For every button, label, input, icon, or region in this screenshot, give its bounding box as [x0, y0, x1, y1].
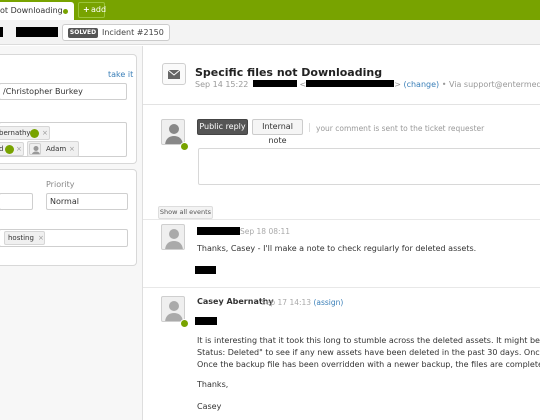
assignment-card: take it /Christopher Burkey bernathy × d…: [0, 54, 137, 164]
redacted-requester-name: [252, 80, 297, 87]
show-all-events-button[interactable]: Show all events: [158, 206, 213, 219]
ticket-tab[interactable]: ot Downloading: [0, 2, 74, 20]
divider: [143, 287, 540, 288]
remove-icon[interactable]: ×: [16, 143, 22, 155]
take-it-link[interactable]: take it: [108, 70, 133, 79]
priority-label: Priority: [46, 180, 75, 189]
redacted-greeting: [195, 317, 217, 325]
avatar: [29, 143, 41, 155]
cc-chip[interactable]: Adam ×: [27, 141, 79, 157]
divider: [143, 104, 540, 105]
ticket-subject[interactable]: Specific files not Downloading: [195, 66, 382, 79]
assignee-field[interactable]: /Christopher Burkey: [0, 83, 127, 100]
commenter-avatar: [161, 296, 185, 322]
internal-note-button[interactable]: Internal note: [252, 119, 303, 145]
comment-body-line: Thanks, Casey - I'll make a note to chec…: [197, 244, 477, 253]
person-icon: [31, 146, 40, 154]
tag-chip[interactable]: hosting ×: [4, 231, 45, 245]
remove-icon[interactable]: ×: [42, 127, 48, 139]
user-icon: [5, 145, 14, 154]
conversation-pane: Specific files not Downloading Sep 14 15…: [143, 46, 540, 420]
ticket-breadcrumb[interactable]: SOLVED Incident #2150: [62, 24, 170, 41]
comment-textarea[interactable]: [198, 148, 540, 185]
cc-chip-label: d: [0, 145, 4, 153]
cc-chip-label: bernathy: [0, 129, 31, 137]
comment-body-line: Status: Deleted" to see if any new asset…: [197, 348, 540, 357]
ticket-date: Sep 14 15:22: [195, 80, 249, 89]
ticket-view: ot Downloading + add SOLVED Incident #21…: [0, 0, 540, 420]
comment-body-line: It is interesting that it took this long…: [197, 336, 540, 345]
breadcrumb: SOLVED Incident #2150: [0, 20, 540, 45]
type-field[interactable]: [0, 193, 33, 210]
ticket-properties-pane: take it /Christopher Burkey bernathy × d…: [0, 46, 143, 420]
composer-hint: your comment is sent to the ticket reque…: [316, 124, 485, 133]
add-tab-label: add: [91, 5, 107, 14]
person-icon: [165, 229, 183, 249]
cc-chip[interactable]: d ×: [0, 142, 24, 156]
comment-meta: Sep 17 14:13 (assign): [261, 298, 343, 307]
comment-timestamp: Sep 18 08:11: [240, 227, 291, 236]
email-bracket-close: >: [394, 80, 401, 89]
ticket-meta: Sep 14 15:22 < > (change) • Via support@e…: [195, 80, 540, 89]
email-bracket-open: <: [299, 80, 307, 89]
person-icon: [165, 301, 183, 321]
add-tab-button[interactable]: + add: [78, 2, 107, 18]
tags-field[interactable]: hosting ×: [0, 229, 128, 247]
divider: [143, 219, 540, 220]
email-channel-icon: [162, 63, 186, 85]
assign-link[interactable]: (assign): [313, 298, 343, 307]
via-channel: Via support@entermedia: [448, 80, 540, 89]
remove-icon[interactable]: ×: [38, 232, 44, 244]
cc-chip[interactable]: bernathy ×: [0, 126, 50, 140]
person-icon: [165, 124, 183, 144]
cc-chip-label: Adam: [46, 145, 67, 153]
redacted-commenter-name: [197, 227, 240, 235]
ticket-tab-title: ot Downloading: [0, 6, 63, 15]
unsaved-dot-icon: [63, 9, 68, 14]
comment-timestamp: Sep 17 14:13: [261, 298, 312, 307]
agent-status-icon: [180, 142, 189, 151]
redacted-breadcrumb-requester[interactable]: [16, 27, 58, 37]
comment-body-line: Once the backup file has been overridden…: [197, 360, 540, 369]
cc-field[interactable]: bernathy × d × Adam ×: [0, 122, 127, 157]
redacted-signature: [195, 266, 216, 274]
redacted-requester-email: [306, 80, 395, 87]
status-badge: SOLVED: [68, 28, 98, 38]
tag-chip-label: hosting: [8, 234, 34, 242]
ticket-fields-card: Priority Normal hosting ×: [0, 169, 137, 266]
divider: [309, 123, 310, 132]
top-bar: ot Downloading + add: [0, 0, 540, 20]
plus-icon: +: [83, 5, 90, 14]
agent-avatar: [161, 119, 185, 145]
public-reply-button[interactable]: Public reply: [197, 119, 248, 135]
redacted-breadcrumb-start: [0, 27, 3, 37]
meta-separator: •: [441, 80, 447, 89]
change-requester-link[interactable]: (change): [403, 80, 439, 89]
comment-body-line: Casey: [197, 402, 222, 411]
comment-body-line: Thanks,: [197, 380, 229, 389]
remove-icon[interactable]: ×: [69, 142, 75, 156]
commenter-avatar: [161, 224, 185, 250]
agent-status-icon: [180, 319, 189, 328]
ticket-label: Incident #2150: [102, 28, 164, 37]
user-icon: [30, 129, 39, 138]
priority-select[interactable]: Normal: [46, 193, 128, 210]
